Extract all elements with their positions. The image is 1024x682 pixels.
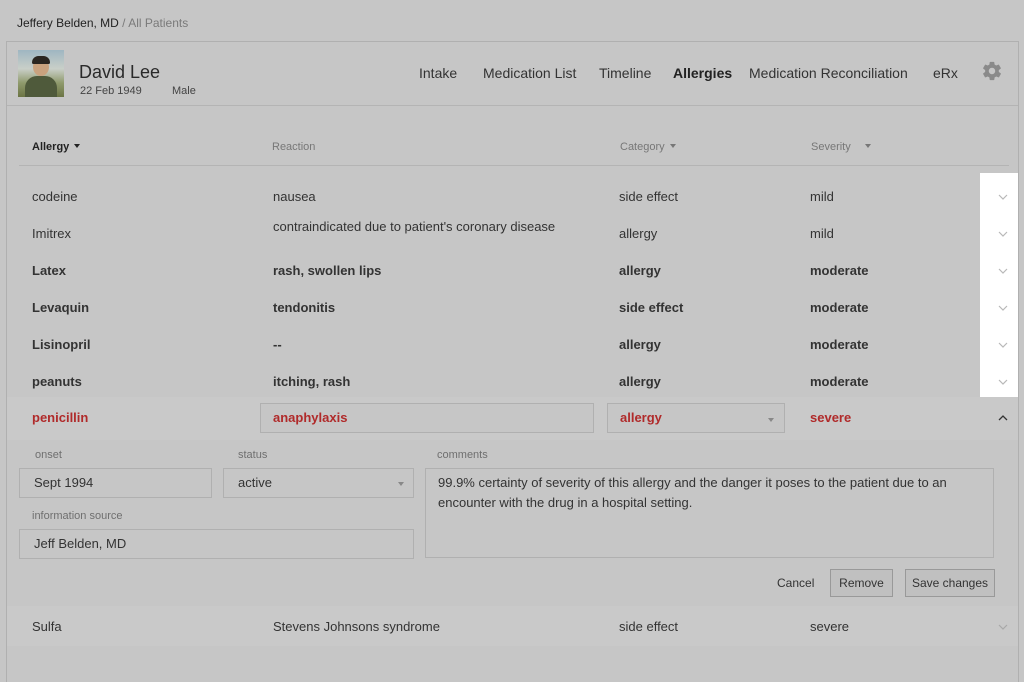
header-divider <box>19 165 1009 166</box>
chevron-down-icon[interactable] <box>998 379 1008 385</box>
allergy-severity: moderate <box>810 263 869 278</box>
onset-input[interactable]: Sept 1994 <box>19 468 212 498</box>
sort-caret-icon <box>864 144 871 148</box>
information-source-label: information source <box>32 510 123 522</box>
table-row[interactable]: Lisinopril -- allergy moderate <box>7 326 1018 363</box>
allergy-reaction: rash, swollen lips <box>273 263 382 278</box>
column-header-reaction: Reaction <box>272 141 316 153</box>
allergy-severity: mild <box>810 226 834 241</box>
reaction-input[interactable]: anaphylaxis <box>260 403 594 433</box>
allergy-category: side effect <box>619 300 684 315</box>
allergy-reaction: -- <box>273 337 282 352</box>
breadcrumb: Jeffery Belden, MD / All Patients <box>17 16 188 30</box>
allergy-severity: moderate <box>810 300 869 315</box>
column-header-allergy[interactable]: Allergy <box>32 141 81 153</box>
avatar <box>18 50 64 97</box>
sort-caret-icon <box>74 144 81 148</box>
allergy-reaction: itching, rash <box>273 374 351 389</box>
comments-textarea[interactable]: 99.9% certainty of severity of this alle… <box>425 468 994 558</box>
tab-intake[interactable]: Intake <box>419 65 457 81</box>
allergy-category: side effect <box>619 619 679 634</box>
tab-erx[interactable]: eRx <box>933 65 958 81</box>
sort-caret-icon <box>669 144 676 148</box>
allergy-reaction: contraindicated due to patient's coronar… <box>273 219 556 234</box>
tab-medication-reconciliation[interactable]: Medication Reconciliation <box>749 65 908 81</box>
allergy-category: allergy <box>619 374 661 389</box>
tab-timeline[interactable]: Timeline <box>599 65 651 81</box>
allergy-name: Lisinopril <box>32 337 91 352</box>
cancel-button[interactable]: Cancel <box>777 576 814 590</box>
allergy-category: allergy <box>619 263 661 278</box>
patient-sex: Male <box>172 85 196 97</box>
information-source-input[interactable]: Jeff Belden, MD <box>19 529 414 559</box>
allergy-reaction: nausea <box>273 189 316 204</box>
breadcrumb-separator: / <box>122 16 126 30</box>
patient-name: David Lee <box>79 62 161 82</box>
chevron-down-icon[interactable] <box>998 305 1008 311</box>
allergy-reaction: Stevens Johnsons syndrome <box>273 619 440 634</box>
allergy-category: side effect <box>619 189 679 204</box>
tab-allergies[interactable]: Allergies <box>673 65 732 81</box>
allergy-severity: severe <box>810 619 850 634</box>
gear-icon[interactable] <box>981 60 1003 82</box>
allergy-name: Imitrex <box>32 226 71 241</box>
chevron-down-icon[interactable] <box>998 342 1008 348</box>
allergy-name: peanuts <box>32 374 82 389</box>
allergy-name: penicillin <box>32 410 89 425</box>
status-select[interactable]: active <box>223 468 414 498</box>
comments-label: comments <box>437 449 488 461</box>
allergy-severity: mild <box>810 189 834 204</box>
table-row-expanded[interactable]: penicillin anaphylaxis allergy severe <box>7 400 1018 437</box>
table-row[interactable]: Sulfa Stevens Johnsons syndrome side eff… <box>7 608 1018 645</box>
table-row[interactable]: Levaquin tendonitis side effect moderate <box>7 289 1018 326</box>
remove-button[interactable]: Remove <box>830 569 893 597</box>
chevron-up-icon[interactable] <box>998 415 1008 421</box>
allergy-severity[interactable]: severe <box>810 410 851 425</box>
category-select[interactable]: allergy <box>607 403 785 433</box>
allergy-name: Latex <box>32 263 66 278</box>
save-changes-button[interactable]: Save changes <box>905 569 995 597</box>
table-row[interactable]: peanuts itching, rash allergy moderate <box>7 363 1018 400</box>
status-label: status <box>238 449 268 461</box>
table-row[interactable]: Imitrex contraindicated due to patient's… <box>7 215 1018 252</box>
allergy-name: Levaquin <box>32 300 90 315</box>
chevron-down-icon[interactable] <box>998 268 1008 274</box>
chevron-down-icon[interactable] <box>998 231 1008 237</box>
allergy-severity: moderate <box>810 374 869 389</box>
breadcrumb-all-patients[interactable]: All Patients <box>128 16 188 30</box>
onset-label: onset <box>35 449 62 461</box>
table-row[interactable]: codeine nausea side effect mild <box>7 178 1018 215</box>
breadcrumb-doctor[interactable]: Jeffery Belden, MD <box>17 16 119 30</box>
allergy-severity: moderate <box>810 337 869 352</box>
allergy-reaction: tendonitis <box>273 300 336 315</box>
chevron-down-icon[interactable] <box>998 624 1008 630</box>
patient-header: David Lee 22 Feb 1949 Male Intake Medica… <box>7 42 1018 106</box>
table-row[interactable]: Latex rash, swollen lips allergy moderat… <box>7 252 1018 289</box>
patient-panel: David Lee 22 Feb 1949 Male Intake Medica… <box>6 41 1019 682</box>
column-header-severity[interactable]: Severity <box>811 141 871 153</box>
chevron-down-icon[interactable] <box>998 194 1008 200</box>
column-header-category[interactable]: Category <box>620 141 676 153</box>
allergy-name: codeine <box>32 189 78 204</box>
tab-medication-list[interactable]: Medication List <box>483 65 576 81</box>
allergy-name: Sulfa <box>32 619 62 634</box>
allergy-category: allergy <box>619 226 658 241</box>
patient-dob: 22 Feb 1949 <box>80 85 142 97</box>
allergy-category: allergy <box>619 337 661 352</box>
